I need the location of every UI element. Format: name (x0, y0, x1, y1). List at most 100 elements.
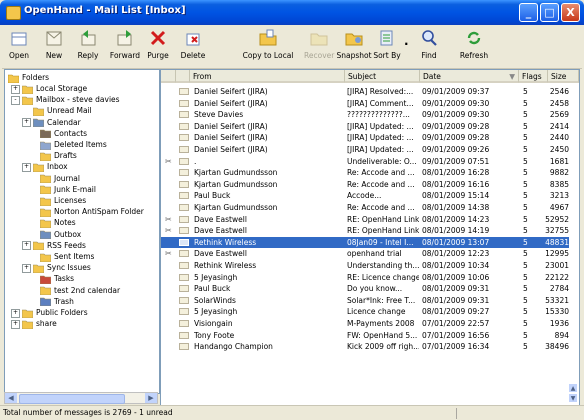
message-row[interactable]: Kjartan Gudmundsson Re: Accode and ... 08/… (161, 202, 569, 213)
folder-item-journal[interactable]: Journal (29, 173, 80, 184)
envelope-icon (179, 122, 189, 130)
reply-button[interactable]: Reply (74, 28, 102, 66)
maximize-button[interactable]: □ (540, 3, 559, 22)
column-attach[interactable] (161, 70, 176, 83)
folder-item-licenses[interactable]: Licenses (29, 195, 86, 206)
expand-toggle-icon[interactable]: + (22, 118, 31, 128)
message-row[interactable]: Kjartan Gudmundsson Re: Accode and ... 08/… (161, 167, 569, 178)
folder-label: Notes (54, 218, 76, 228)
message-row[interactable]: Daniel Seifert (JIRA) [JIRA] Updated: ...… (161, 132, 569, 143)
folder-item-trash[interactable]: Trash (29, 296, 74, 307)
envelope-icon (179, 296, 189, 304)
message-row[interactable]: 5 Jeyasingh Licence change 08/01/2009 09:2… (161, 306, 569, 317)
delete-button[interactable]: Delete (178, 28, 208, 66)
message-flags: 5 (523, 203, 528, 212)
scroll-thumb[interactable] (19, 394, 125, 404)
folder-item-junk-e-mail[interactable]: Junk E-mail (29, 184, 96, 195)
folder-item-norton-antispam-folder[interactable]: Norton AntiSpam Folder (29, 206, 144, 217)
message-row[interactable]: Rethink Wireless 08Jan09 - Intel I... 08/0… (161, 236, 569, 248)
forward-button[interactable]: Forward (109, 28, 141, 66)
folder-item-outbox[interactable]: Outbox (29, 229, 81, 240)
message-row[interactable]: Daniel Seifert (JIRA) [JIRA] Comment... 09… (161, 98, 569, 109)
scroll-up-icon[interactable]: ▲ (568, 383, 578, 393)
column-date[interactable]: Date ▼ (420, 70, 519, 83)
copy-to-local-button[interactable]: Copy to Local (242, 28, 294, 66)
minimize-button[interactable]: _ (519, 3, 538, 22)
message-row[interactable]: SolarWinds Solar*Ink: Free T... 08/01/2009… (161, 295, 569, 306)
open-button[interactable]: Open (5, 28, 33, 66)
message-row[interactable]: Paul Buck Accode... 08/01/2009 15:14 5 3213 (161, 190, 569, 201)
message-from: 5 Jeyasingh (194, 272, 238, 282)
message-row[interactable]: Kjartan Gudmundsson Re: Accode and ... 08/… (161, 179, 569, 190)
message-subject: Re: Accode and ... (347, 203, 415, 212)
expand-toggle-icon[interactable]: - (11, 95, 20, 105)
scroll-right-icon[interactable]: ▶ (145, 393, 157, 403)
message-row[interactable]: Paul Buck Do you know... 08/01/2009 09:31 5… (161, 283, 569, 294)
folder-item-tasks[interactable]: Tasks (29, 273, 74, 284)
folder-icon (40, 219, 51, 228)
message-row[interactable]: ✂ Dave Eastwell RE: OpenHand Link 08/01/200… (161, 225, 569, 236)
folder-label: Trash (54, 296, 74, 306)
folders-root[interactable]: Folders (8, 72, 49, 83)
folder-item-drafts[interactable]: Drafts (29, 150, 77, 161)
folder-label: Drafts (54, 151, 77, 161)
expand-toggle-icon[interactable]: + (22, 241, 31, 251)
folder-horizontal-scrollbar[interactable]: ◀ ▶ (4, 392, 158, 404)
folder-item-public-folders[interactable]: + Public Folders (11, 307, 88, 318)
message-row[interactable]: ✂ Dave Eastwell RE: OpenHand Link 08/01/200… (161, 214, 569, 225)
folder-item-unread-mail[interactable]: Unread Mail (22, 105, 92, 116)
message-from: Kjartan Gudmundsson (194, 203, 278, 212)
folder-item-mailbox-steve-davies[interactable]: - Mailbox - steve davies (11, 94, 120, 105)
message-row[interactable]: Steve Davies??????????????... 09/01/2009 … (161, 109, 569, 120)
column-icon[interactable] (176, 70, 190, 83)
folder-item-notes[interactable]: Notes (29, 217, 76, 228)
message-row[interactable]: Tony Foote FW: OpenHand 5... 07/01/2009 16… (161, 330, 569, 341)
folder-item-deleted-items[interactable]: Deleted Items (29, 139, 107, 150)
column-flags[interactable]: Flags (519, 70, 548, 83)
message-row[interactable]: ✂. Undeliverable: O... 09/01/2009 07:51 5 16… (161, 156, 569, 167)
expand-toggle-icon[interactable]: + (22, 162, 31, 172)
folder-item-calendar[interactable]: + Calendar (22, 117, 81, 128)
message-row[interactable]: Handango Champion Kick 2009 off righ... 07… (161, 341, 569, 352)
scroll-left-icon[interactable]: ◀ (5, 393, 17, 403)
folder-item-rss-feeds[interactable]: + RSS Feeds (22, 240, 86, 251)
find-button[interactable]: Find (416, 28, 442, 66)
folder-item-sync-issues[interactable]: + Sync Issues (22, 262, 91, 273)
message-row[interactable]: Visiongain M-Payments 2008 07/01/2009 22:5… (161, 318, 569, 329)
message-row[interactable]: Daniel Seifert (JIRA) [JIRA] Updated: ...… (161, 144, 569, 155)
folder-item-test-2nd-calendar[interactable]: test 2nd calendar (29, 285, 120, 296)
message-list[interactable]: From Subject Date ▼ Flags Size Daniel Sei… (160, 69, 580, 406)
folder-item-local-storage[interactable]: + Local Storage (11, 83, 87, 94)
message-row[interactable]: Rethink Wireless Understanding th... 08/01… (161, 260, 569, 271)
message-row[interactable]: Daniel Seifert (JIRA) [JIRA] Resolved:...… (161, 86, 569, 97)
new-button[interactable]: New (40, 28, 68, 66)
message-date: 08/01/2009 09:31 (422, 295, 490, 305)
folder-item-sent-items[interactable]: Sent Items (29, 251, 94, 262)
expand-toggle-icon[interactable]: + (22, 263, 31, 273)
expand-toggle-icon[interactable]: + (11, 319, 20, 329)
scroll-down-icon[interactable]: ▼ (568, 393, 578, 403)
column-subject[interactable]: Subject (345, 70, 420, 83)
refresh-button[interactable]: Refresh (454, 28, 494, 66)
close-button[interactable]: X (561, 3, 580, 22)
message-row[interactable]: Daniel Seifert (JIRA) [JIRA] Updated: ...… (161, 121, 569, 132)
snapshot-button[interactable]: Snapshot (336, 28, 372, 66)
expand-toggle-icon[interactable]: + (11, 308, 20, 318)
message-row[interactable]: 5 Jeyasingh RE: Licence change 08/01/2009 … (161, 272, 569, 283)
title-bar[interactable]: OpenHand - Mail List [Inbox] _ □ X (0, 0, 584, 25)
sort-by-button[interactable]: Sort By (372, 28, 402, 66)
purge-button[interactable]: Purge (145, 28, 171, 66)
folder-item-contacts[interactable]: Contacts (29, 128, 87, 139)
expand-toggle-icon[interactable]: + (11, 84, 20, 94)
recover-button[interactable]: Recover (304, 28, 334, 66)
folder-item-share[interactable]: + share (11, 318, 57, 329)
folder-item-inbox[interactable]: + Inbox (22, 161, 68, 172)
column-size[interactable]: Size (548, 70, 579, 83)
window-title: OpenHand - Mail List [Inbox] (24, 5, 186, 16)
column-from[interactable]: From (190, 70, 345, 83)
folder-tree[interactable]: Folders + Local Storage - Mailbox - steve d… (4, 69, 160, 394)
folder-icon (33, 107, 44, 116)
envelope-icon (179, 250, 189, 258)
list-scroll-arrows[interactable]: ▲ ▼ (568, 383, 578, 403)
message-row[interactable]: ✂ Dave Eastwell openhand trial 08/01/2009 1… (161, 248, 569, 259)
